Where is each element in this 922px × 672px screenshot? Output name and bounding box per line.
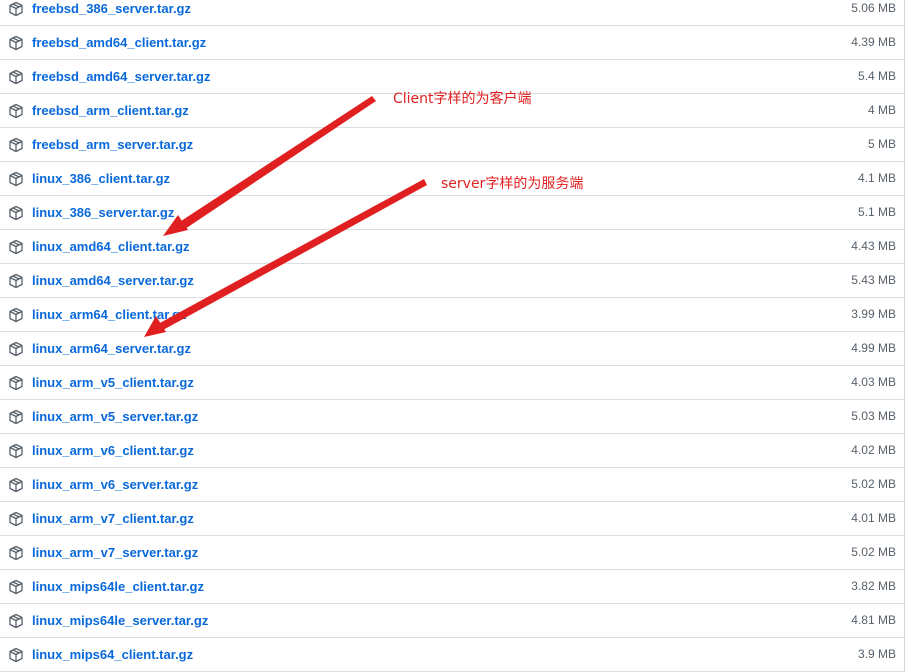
asset-row: linux_arm_v5_client.tar.gz 4.03 MB <box>0 366 904 400</box>
asset-size: 3.99 MB <box>851 307 896 321</box>
package-icon <box>8 69 24 85</box>
asset-row: linux_arm_v6_server.tar.gz 5.02 MB <box>0 468 904 502</box>
asset-size: 5.02 MB <box>851 545 896 559</box>
asset-download-link[interactable]: linux_mips64le_server.tar.gz <box>32 612 208 629</box>
asset-size: 5.4 MB <box>857 69 896 83</box>
package-icon <box>8 341 24 357</box>
asset-size: 4.99 MB <box>851 341 896 355</box>
asset-size: 5.43 MB <box>851 273 896 287</box>
package-icon <box>8 375 24 391</box>
package-icon <box>8 443 24 459</box>
asset-row: linux_amd64_server.tar.gz 5.43 MB <box>0 264 904 298</box>
asset-row: linux_arm64_server.tar.gz 4.99 MB <box>0 332 904 366</box>
package-icon <box>8 137 24 153</box>
package-icon <box>8 239 24 255</box>
server-annotation-text: server字样的为服务端 <box>441 176 584 192</box>
asset-row: linux_arm_v7_server.tar.gz 5.02 MB <box>0 536 904 570</box>
asset-download-link[interactable]: linux_arm_v7_client.tar.gz <box>32 510 194 527</box>
client-annotation-text: Client字样的为客户端 <box>393 91 532 107</box>
asset-row: freebsd_amd64_server.tar.gz 5.4 MB <box>0 60 904 94</box>
package-icon <box>8 205 24 221</box>
asset-download-link[interactable]: freebsd_amd64_server.tar.gz <box>32 68 211 85</box>
asset-download-link[interactable]: freebsd_arm_server.tar.gz <box>32 136 193 153</box>
asset-size: 3.82 MB <box>851 579 896 593</box>
asset-size: 5.1 MB <box>857 205 896 219</box>
asset-download-link[interactable]: linux_mips64le_client.tar.gz <box>32 578 204 595</box>
asset-row: linux_mips64le_client.tar.gz 3.82 MB <box>0 570 904 604</box>
asset-size: 4.02 MB <box>851 443 896 457</box>
asset-download-link[interactable]: linux_arm64_server.tar.gz <box>32 340 191 357</box>
package-icon <box>8 647 24 663</box>
asset-size: 4.81 MB <box>851 613 896 627</box>
asset-row: linux_amd64_client.tar.gz 4.43 MB <box>0 230 904 264</box>
asset-row: freebsd_arm_server.tar.gz 5 MB <box>0 128 904 162</box>
asset-size: 5.03 MB <box>851 409 896 423</box>
package-icon <box>8 511 24 527</box>
asset-download-link[interactable]: linux_arm_v6_client.tar.gz <box>32 442 194 459</box>
asset-size: 5.02 MB <box>851 477 896 491</box>
asset-size: 5 MB <box>867 137 896 151</box>
asset-download-link[interactable]: linux_arm_v5_client.tar.gz <box>32 374 194 391</box>
asset-size: 3.9 MB <box>857 647 896 661</box>
package-icon <box>8 307 24 323</box>
asset-row: freebsd_386_server.tar.gz 5.06 MB <box>0 0 904 26</box>
asset-row: linux_arm_v5_server.tar.gz 5.03 MB <box>0 400 904 434</box>
asset-size: 4 MB <box>867 103 896 117</box>
asset-download-link[interactable]: freebsd_arm_client.tar.gz <box>32 102 189 119</box>
asset-download-link[interactable]: freebsd_386_server.tar.gz <box>32 0 191 17</box>
asset-size: 5.06 MB <box>851 1 896 15</box>
asset-row: freebsd_amd64_client.tar.gz 4.39 MB <box>0 26 904 60</box>
package-icon <box>8 273 24 289</box>
asset-download-link[interactable]: linux_arm_v5_server.tar.gz <box>32 408 198 425</box>
asset-download-link[interactable]: linux_arm_v7_server.tar.gz <box>32 544 198 561</box>
package-icon <box>8 409 24 425</box>
asset-row: linux_arm_v6_client.tar.gz 4.02 MB <box>0 434 904 468</box>
package-icon <box>8 35 24 51</box>
asset-row: linux_386_server.tar.gz 5.1 MB <box>0 196 904 230</box>
asset-download-link[interactable]: linux_386_client.tar.gz <box>32 170 170 187</box>
asset-row: linux_arm_v7_client.tar.gz 4.01 MB <box>0 502 904 536</box>
package-icon <box>8 545 24 561</box>
asset-download-link[interactable]: linux_mips64_client.tar.gz <box>32 646 193 663</box>
asset-download-link[interactable]: linux_amd64_server.tar.gz <box>32 272 194 289</box>
asset-size: 4.01 MB <box>851 511 896 525</box>
package-icon <box>8 613 24 629</box>
asset-size: 4.1 MB <box>857 171 896 185</box>
asset-download-link[interactable]: linux_arm_v6_server.tar.gz <box>32 476 198 493</box>
asset-size: 4.03 MB <box>851 375 896 389</box>
package-icon <box>8 171 24 187</box>
asset-download-link[interactable]: linux_amd64_client.tar.gz <box>32 238 190 255</box>
asset-row: linux_mips64le_server.tar.gz 4.81 MB <box>0 604 904 638</box>
asset-download-link[interactable]: linux_arm64_client.tar.gz <box>32 306 187 323</box>
asset-row: linux_arm64_client.tar.gz 3.99 MB <box>0 298 904 332</box>
package-icon <box>8 579 24 595</box>
package-icon <box>8 477 24 493</box>
asset-row: linux_mips64_client.tar.gz 3.9 MB <box>0 638 904 672</box>
package-icon <box>8 1 24 17</box>
asset-download-link[interactable]: linux_386_server.tar.gz <box>32 204 174 221</box>
asset-size: 4.43 MB <box>851 239 896 253</box>
asset-size: 4.39 MB <box>851 35 896 49</box>
asset-download-link[interactable]: freebsd_amd64_client.tar.gz <box>32 34 206 51</box>
package-icon <box>8 103 24 119</box>
